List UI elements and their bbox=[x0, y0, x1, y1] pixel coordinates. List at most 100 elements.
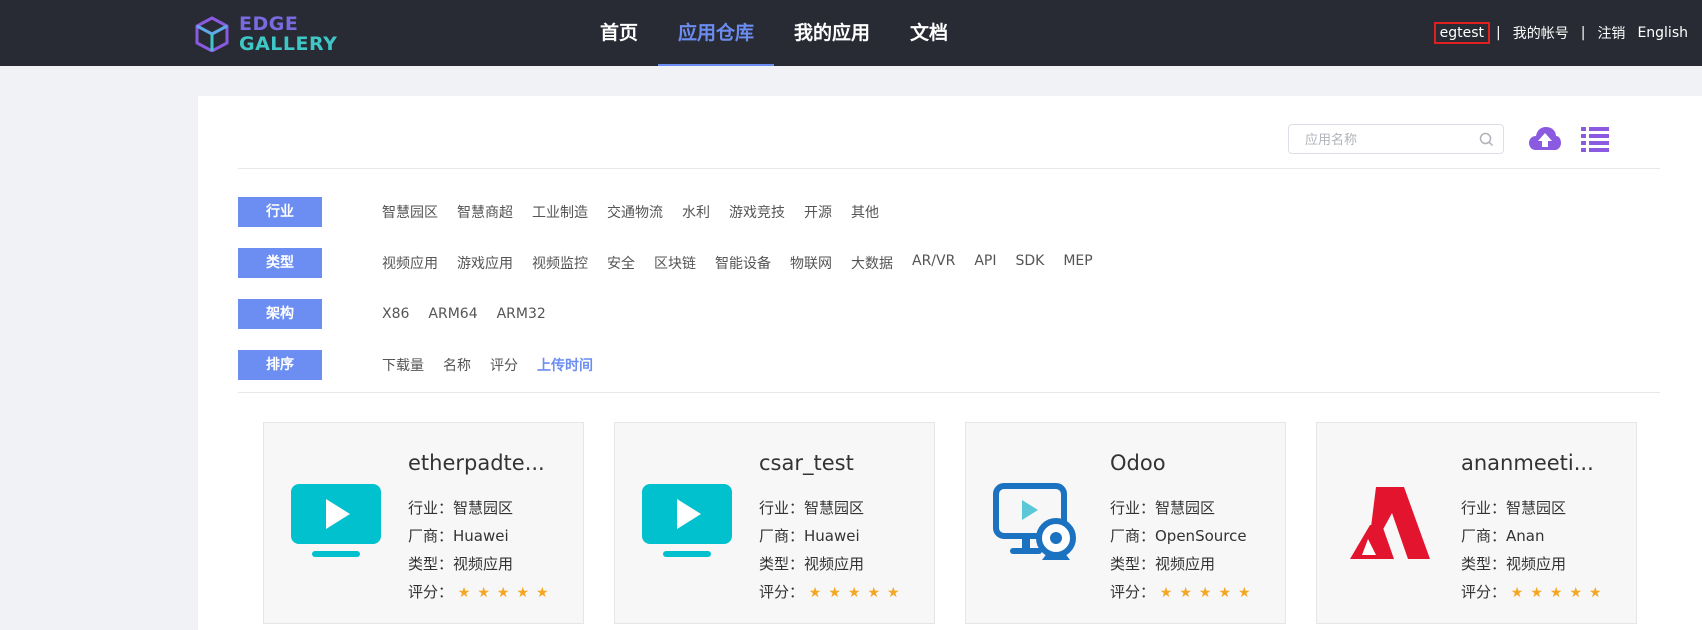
star-icon: ★ bbox=[887, 584, 900, 601]
filter-option[interactable]: 大数据 bbox=[851, 253, 893, 273]
sort-option[interactable]: 下载量 bbox=[382, 355, 424, 375]
app-type: 类型：视频应用 bbox=[408, 555, 514, 573]
star-icon: ★ bbox=[1549, 584, 1563, 601]
app-rating: 评分： ★ ★ ★ ★ ★ bbox=[759, 581, 900, 602]
rating-label: 评分： bbox=[1461, 583, 1507, 601]
app-name: csar_test bbox=[759, 451, 854, 475]
my-account-link[interactable]: 我的帐号 bbox=[1507, 23, 1575, 43]
app-vendor: 厂商：Huawei bbox=[408, 527, 509, 545]
filter-row-arch: 架构 X86 ARM64 ARM32 bbox=[238, 299, 565, 329]
rating-stars: ★ ★ ★ ★ ★ bbox=[1160, 585, 1251, 601]
rating-label: 评分： bbox=[759, 583, 805, 601]
nav-home[interactable]: 首页 bbox=[580, 0, 658, 66]
search-icon[interactable] bbox=[1479, 132, 1494, 147]
app-card[interactable]: ananmeeti... 行业：智慧园区 厂商：Anan 类型：视频应用 评分：… bbox=[1316, 422, 1637, 624]
rating-stars: ★ ★ ★ ★ ★ bbox=[458, 585, 549, 601]
app-vendor: 厂商：OpenSource bbox=[1110, 527, 1247, 545]
rating-stars: ★ ★ ★ ★ ★ bbox=[809, 585, 900, 601]
monitor-webcam-icon bbox=[990, 477, 1086, 569]
upload-cloud-icon[interactable] bbox=[1528, 124, 1562, 154]
filter-option[interactable]: 物联网 bbox=[790, 253, 832, 273]
star-icon: ★ bbox=[847, 584, 861, 601]
search-input[interactable] bbox=[1303, 126, 1477, 154]
filter-option[interactable]: 游戏应用 bbox=[457, 253, 513, 273]
search-box bbox=[1288, 124, 1504, 154]
filter-option[interactable]: 安全 bbox=[607, 253, 635, 273]
logo-text-edge: EDGE bbox=[239, 13, 299, 35]
main-nav: 首页 应用仓库 我的应用 文档 bbox=[580, 0, 968, 66]
star-icon: ★ bbox=[1589, 584, 1602, 601]
filter-option[interactable]: 视频应用 bbox=[382, 253, 438, 273]
nav-my-apps[interactable]: 我的应用 bbox=[774, 0, 890, 66]
filter-option[interactable]: 区块链 bbox=[654, 253, 696, 273]
filter-option[interactable]: AR/VR bbox=[912, 253, 955, 273]
app-industry: 行业：智慧园区 bbox=[759, 499, 865, 517]
app-name: Odoo bbox=[1110, 451, 1166, 475]
app-type: 类型：视频应用 bbox=[759, 555, 865, 573]
star-icon: ★ bbox=[808, 584, 822, 601]
filter-row-type: 类型 视频应用 游戏应用 视频监控 安全 区块链 智能设备 物联网 大数据 AR… bbox=[238, 248, 1112, 278]
separator: | bbox=[1580, 25, 1586, 41]
sort-option[interactable]: 名称 bbox=[443, 355, 471, 375]
filter-options-type: 视频应用 游戏应用 视频监控 安全 区块链 智能设备 物联网 大数据 AR/VR… bbox=[382, 253, 1112, 273]
star-icon: ★ bbox=[1218, 584, 1232, 601]
star-icon: ★ bbox=[1530, 584, 1543, 601]
filter-option[interactable]: 工业制造 bbox=[532, 202, 588, 222]
filter-option[interactable]: 交通物流 bbox=[607, 202, 663, 222]
filter-option[interactable]: MEP bbox=[1063, 253, 1092, 273]
app-vendor: 厂商：Anan bbox=[1461, 527, 1545, 545]
app-name: ananmeeti... bbox=[1461, 451, 1594, 475]
nav-app-store[interactable]: 应用仓库 bbox=[658, 0, 775, 66]
logout-link[interactable]: 注销 bbox=[1591, 23, 1631, 43]
app-industry: 行业：智慧园区 bbox=[1110, 499, 1216, 517]
filter-option[interactable]: 开源 bbox=[804, 202, 832, 222]
filter-option[interactable]: X86 bbox=[382, 306, 409, 322]
star-icon: ★ bbox=[496, 584, 510, 601]
divider bbox=[238, 168, 1660, 169]
video-play-icon bbox=[288, 477, 384, 569]
filter-option[interactable]: 智慧商超 bbox=[457, 202, 513, 222]
divider bbox=[238, 392, 1660, 393]
filter-option[interactable]: 智能设备 bbox=[715, 253, 771, 273]
username-link[interactable]: egtest bbox=[1433, 22, 1490, 44]
language-switch[interactable]: English bbox=[1631, 25, 1694, 41]
filter-option[interactable]: 其他 bbox=[851, 202, 879, 222]
star-icon: ★ bbox=[457, 584, 471, 601]
filter-label-sort: 排序 bbox=[238, 350, 322, 380]
app-vendor: 厂商：Huawei bbox=[759, 527, 860, 545]
filter-options-arch: X86 ARM64 ARM32 bbox=[382, 306, 565, 322]
logo-text-gallery: GALLERY bbox=[239, 33, 338, 55]
app-card[interactable]: Odoo 行业：智慧园区 厂商：OpenSource 类型：视频应用 评分： ★… bbox=[965, 422, 1286, 624]
star-icon: ★ bbox=[536, 584, 549, 601]
sort-option-active[interactable]: 上传时间 bbox=[537, 355, 593, 375]
filter-label-industry: 行业 bbox=[238, 197, 322, 227]
star-icon: ★ bbox=[516, 584, 530, 601]
cube-logo-icon bbox=[195, 16, 229, 52]
app-type: 类型：视频应用 bbox=[1461, 555, 1567, 573]
app-store-panel: 行业 智慧园区 智慧商超 工业制造 交通物流 水利 游戏竞技 开源 其他 类型 … bbox=[198, 96, 1702, 630]
list-view-icon[interactable] bbox=[1581, 124, 1609, 154]
filter-option[interactable]: 游戏竞技 bbox=[729, 202, 785, 222]
star-icon: ★ bbox=[828, 584, 841, 601]
edgegallery-logo[interactable]: EDGE GALLERY bbox=[195, 13, 338, 55]
anan-logo-icon bbox=[1341, 477, 1437, 569]
sort-option[interactable]: 评分 bbox=[490, 355, 518, 375]
user-bar: egtest | 我的帐号 | 注销 English bbox=[1433, 22, 1694, 44]
rating-stars: ★ ★ ★ ★ ★ bbox=[1511, 585, 1602, 601]
filter-label-type: 类型 bbox=[238, 248, 322, 278]
star-icon: ★ bbox=[1198, 584, 1212, 601]
filter-option[interactable]: 智慧园区 bbox=[382, 202, 438, 222]
star-icon: ★ bbox=[1159, 584, 1173, 601]
filter-option[interactable]: ARM32 bbox=[497, 306, 546, 322]
nav-docs[interactable]: 文档 bbox=[890, 0, 968, 66]
app-card[interactable]: etherpadte... 行业：智慧园区 厂商：Huawei 类型：视频应用 … bbox=[263, 422, 584, 624]
filter-option[interactable]: ARM64 bbox=[428, 306, 477, 322]
filter-option[interactable]: SDK bbox=[1015, 253, 1044, 273]
app-industry: 行业：智慧园区 bbox=[1461, 499, 1567, 517]
filter-option[interactable]: 视频监控 bbox=[532, 253, 588, 273]
app-card[interactable]: csar_test 行业：智慧园区 厂商：Huawei 类型：视频应用 评分： … bbox=[614, 422, 935, 624]
filter-options-sort: 下载量 名称 评分 上传时间 bbox=[382, 355, 612, 375]
star-icon: ★ bbox=[1238, 584, 1251, 601]
filter-option[interactable]: 水利 bbox=[682, 202, 710, 222]
filter-option[interactable]: API bbox=[974, 253, 996, 273]
